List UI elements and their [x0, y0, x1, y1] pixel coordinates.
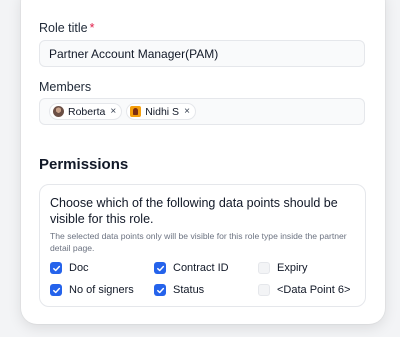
avatar: [130, 106, 142, 117]
option-label: Contract ID: [173, 262, 229, 274]
option-no-of-signers[interactable]: No of signers: [50, 284, 134, 296]
member-chip-roberta: Roberta ×: [49, 103, 123, 120]
permissions-note: The selected data points only will be vi…: [50, 231, 347, 253]
option-data-point-6[interactable]: <Data Point 6>: [258, 284, 350, 296]
checkbox[interactable]: [258, 262, 270, 274]
permissions-box: Choose which of the following data point…: [39, 184, 366, 307]
option-label: Expiry: [277, 262, 308, 274]
remove-chip-icon[interactable]: ×: [184, 106, 190, 117]
checkbox[interactable]: [154, 262, 166, 274]
member-chip-name: Nidhi S: [145, 105, 180, 118]
option-label: <Data Point 6>: [277, 284, 351, 296]
permissions-title: Permissions: [39, 156, 129, 173]
members-input[interactable]: Roberta × Nidhi S ×: [39, 98, 365, 125]
checkbox[interactable]: [258, 284, 270, 296]
option-contract-id[interactable]: Contract ID: [154, 262, 229, 274]
option-doc[interactable]: Doc: [50, 262, 89, 274]
permissions-heading: Choose which of the following data point…: [50, 196, 338, 226]
role-title-value: Partner Account Manager(PAM): [49, 46, 219, 61]
avatar: [53, 106, 64, 117]
option-expiry[interactable]: Expiry: [258, 262, 308, 274]
role-form-card: Role title * Partner Account Manager(PAM)…: [21, 0, 385, 324]
role-title-label: Role title *: [39, 21, 95, 35]
option-label: Status: [173, 284, 205, 296]
member-chip-nidhi: Nidhi S ×: [126, 103, 196, 120]
required-mark: *: [89, 21, 95, 35]
option-status[interactable]: Status: [154, 284, 204, 296]
option-label: No of signers: [69, 284, 134, 296]
checkbox[interactable]: [154, 284, 166, 296]
member-chip-name: Roberta: [68, 105, 106, 118]
role-title-label-text: Role title: [39, 21, 88, 35]
role-title-input[interactable]: Partner Account Manager(PAM): [39, 40, 365, 67]
checkbox[interactable]: [50, 284, 62, 296]
remove-chip-icon[interactable]: ×: [110, 106, 116, 117]
checkbox[interactable]: [50, 262, 62, 274]
members-label: Members: [39, 80, 92, 94]
option-label: Doc: [69, 262, 89, 274]
